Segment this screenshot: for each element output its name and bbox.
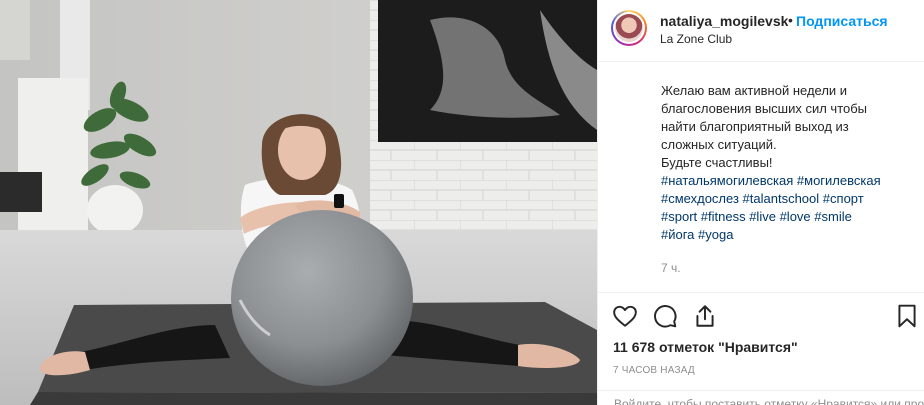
caption-line: Будьте счастливы! <box>661 155 773 170</box>
post-actions: 11 678 отметок "Нравится" 7 часов назад <box>598 292 924 390</box>
location-link[interactable]: La Zone Club <box>660 32 732 46</box>
hashtag-link[interactable]: #live <box>749 209 776 224</box>
comment-bar: Войдите, чтобы поставить отметку «Нравит… <box>598 390 924 405</box>
avatar-image-frame <box>613 12 645 44</box>
heart-icon[interactable] <box>612 303 638 329</box>
hashtag-row: #натальямогилевская #могилевская <box>661 172 901 190</box>
hashtag-link[interactable]: #love <box>780 209 811 224</box>
hashtag-row: #смехдослез #talantschool #спорт <box>661 190 901 208</box>
caption-line: благословения высших сил чтобы <box>661 101 868 116</box>
login-to-comment-prompt[interactable]: Войдите, чтобы поставить отметку «Нравит… <box>614 397 924 405</box>
hashtag-link[interactable]: #йога <box>661 227 694 242</box>
bookmark-icon[interactable] <box>894 303 920 329</box>
comment-icon[interactable] <box>652 303 678 329</box>
post-photo[interactable] <box>0 0 597 405</box>
username-link[interactable]: nataliya_mogilevsk <box>660 13 788 29</box>
hashtag-link[interactable]: #спорт <box>823 191 864 206</box>
share-icon[interactable] <box>692 303 718 329</box>
hashtag-link[interactable]: #smile <box>814 209 852 224</box>
separator-dot: • <box>788 12 793 28</box>
hashtag-link[interactable]: #смехдослез <box>661 191 739 206</box>
post-caption: Желаю вам активной недели и благословени… <box>661 82 901 244</box>
post-timestamp[interactable]: 7 часов назад <box>613 365 695 376</box>
caption-line: Желаю вам активной недели и <box>661 83 848 98</box>
caption-age[interactable]: 7 ч. <box>661 261 681 275</box>
avatar-image <box>615 14 643 42</box>
hashtag-link[interactable]: #yoga <box>698 227 733 242</box>
likes-count[interactable]: 11 678 отметок "Нравится" <box>613 339 798 355</box>
hashtag-row: #йога #yoga <box>661 226 901 244</box>
follow-button[interactable]: Подписаться <box>796 13 888 29</box>
caption-line: найти благоприятный выход из <box>661 119 849 134</box>
avatar[interactable] <box>611 10 647 46</box>
hashtag-link[interactable]: #talantschool <box>743 191 820 206</box>
post-header: nataliya_mogilevsk • Подписаться La Zone… <box>598 0 924 62</box>
hashtag-link[interactable]: #могилевская <box>797 173 881 188</box>
hashtag-row: #sport #fitness #live #love #smile <box>661 208 901 226</box>
post-side-panel: nataliya_mogilevsk • Подписаться La Zone… <box>597 0 924 405</box>
hashtag-link[interactable]: #sport <box>661 209 697 224</box>
hashtag-link[interactable]: #натальямогилевская <box>661 173 793 188</box>
caption-line: сложных ситуаций. <box>661 137 777 152</box>
photo-illustration <box>0 0 597 405</box>
hashtag-link[interactable]: #fitness <box>701 209 746 224</box>
